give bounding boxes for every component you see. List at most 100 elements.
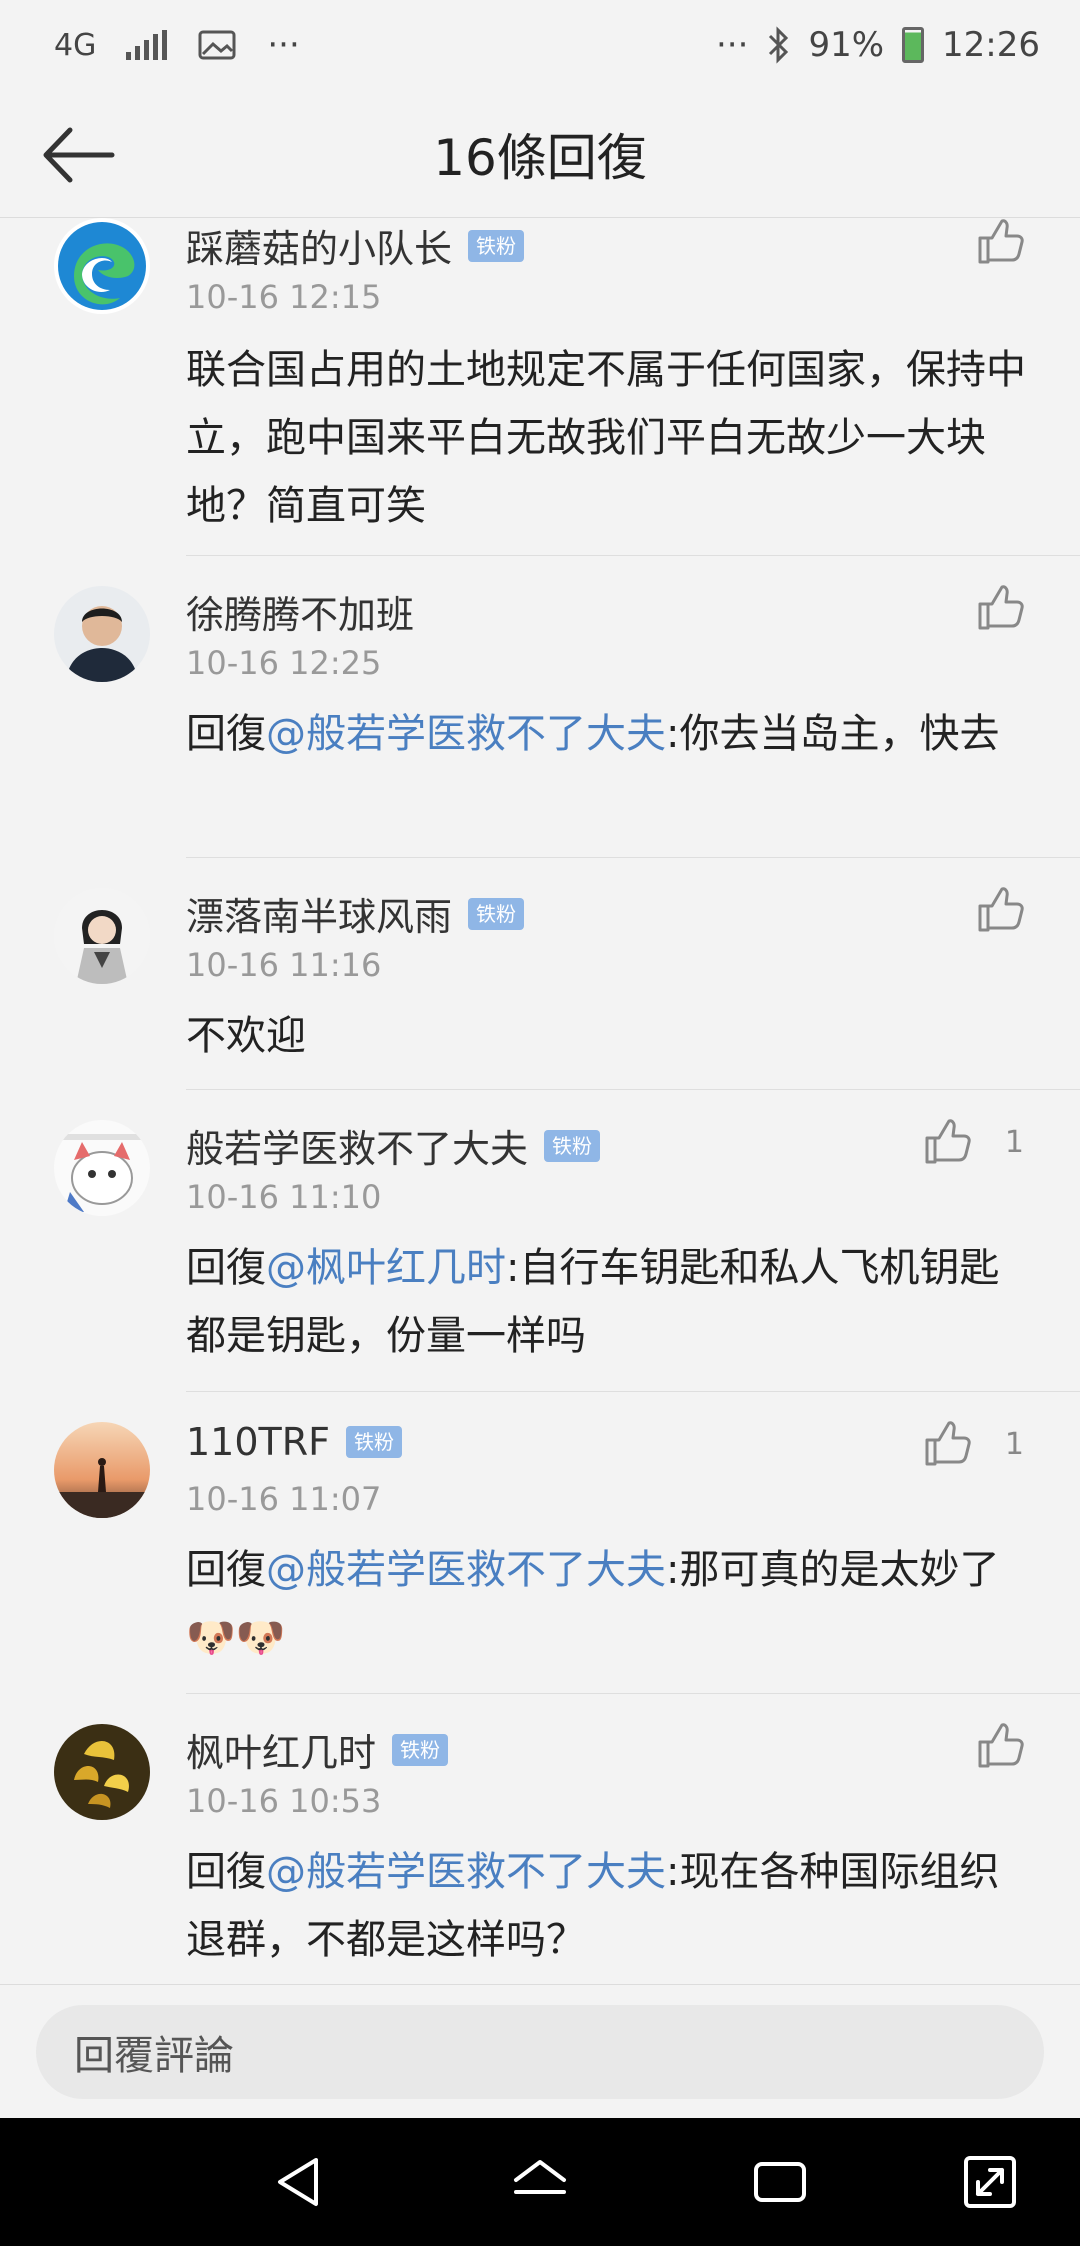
fan-badge: 铁粉 <box>392 1733 449 1766</box>
comment-time: 10-16 11:10 <box>186 1178 382 1216</box>
bluetooth-icon <box>769 26 789 64</box>
system-recents-button[interactable] <box>750 2152 810 2212</box>
name-row: 般若学医救不了大夫 铁粉 <box>186 1118 601 1173</box>
reply-prefix: 回復 <box>186 1849 266 1895</box>
reply-bar: 回覆評論 <box>0 1984 1080 2118</box>
like-button[interactable] <box>976 584 1024 632</box>
comment-text: 联合国占用的土地规定不属于任何国家，保持中立，跑中国来平白无故我们平白无故少一大… <box>186 336 1036 540</box>
like-button[interactable]: 1 <box>923 1420 1024 1468</box>
avatar[interactable] <box>54 1422 150 1518</box>
comment-time: 10-16 12:15 <box>186 278 382 316</box>
name-row: 踩蘑菇的小队长 铁粉 <box>186 218 525 273</box>
comment-text: 回復@般若学医救不了大夫:那可真的是太妙了 🐶🐶 <box>186 1536 1036 1672</box>
status-bar-right: ··· 91% 12:26 <box>716 25 1040 65</box>
cartoon-cat-avatar <box>54 1120 150 1216</box>
thumbs-up-icon <box>925 1421 971 1466</box>
name-row: 徐腾腾不加班 <box>186 584 414 639</box>
user-name[interactable]: 漂落南半球风雨 <box>186 886 452 941</box>
system-home-button[interactable] <box>510 2152 570 2212</box>
battery-percent: 91% <box>808 25 885 65</box>
comment-list[interactable]: 踩蘑菇的小队长 铁粉 10-16 12:15 联合国占用的土地规定不属于任何国家… <box>0 218 1080 1984</box>
comment-item[interactable]: 110TRF 铁粉 10-16 11:07 回復@般若学医救不了大夫:那可真的是… <box>0 1392 1080 1694</box>
mention-link[interactable]: @般若学医救不了大夫 <box>266 711 666 757</box>
nav-bar: 16條回復 <box>0 90 1080 218</box>
more-status-icon: ··· <box>716 25 749 65</box>
doge-emoji: 🐶🐶 <box>186 1615 286 1661</box>
comment-text: 回復@般若学医救不了大夫:你去当岛主，快去 <box>186 700 1036 768</box>
like-button[interactable] <box>976 1722 1024 1770</box>
reply-prefix: 回復 <box>186 711 266 757</box>
reply-prefix: 回復 <box>186 1547 266 1593</box>
comment-body: 不欢迎 <box>186 1013 306 1059</box>
like-count: 1 <box>1004 1124 1024 1160</box>
thumbs-up-icon <box>978 219 1024 264</box>
avatar[interactable] <box>54 1120 150 1216</box>
mention-link[interactable]: @枫叶红几时 <box>266 1245 506 1291</box>
comment-item[interactable]: 徐腾腾不加班 10-16 12:25 回復@般若学医救不了大夫:你去当岛主，快去 <box>0 556 1080 858</box>
avatar[interactable] <box>54 218 150 314</box>
comment-text: 回復@枫叶红几时:自行车钥匙和私人飞机钥匙都是钥匙，份量一样吗 <box>186 1234 1036 1370</box>
network-label: 4G <box>54 27 97 63</box>
thumbs-up-icon <box>925 1119 971 1164</box>
like-button[interactable] <box>976 218 1024 266</box>
screen: 4G ··· ··· 91% 12:26 16條回復 踩蘑菇的小队长 铁粉 10… <box>0 0 1080 2246</box>
recents-icon <box>754 2162 806 2202</box>
clock: 12:26 <box>942 25 1040 65</box>
fan-badge: 铁粉 <box>346 1426 403 1458</box>
signal-icon <box>126 30 168 60</box>
like-count: 1 <box>1004 1426 1024 1462</box>
comment-item[interactable]: 漂落南半球风雨 铁粉 10-16 11:16 不欢迎 <box>0 858 1080 1090</box>
comment-time: 10-16 12:25 <box>186 644 382 682</box>
mention-link[interactable]: @般若学医救不了大夫 <box>266 1547 666 1593</box>
triangle-back-icon <box>278 2158 318 2206</box>
more-notifications-icon: ··· <box>267 25 300 65</box>
user-name[interactable]: 踩蘑菇的小队长 <box>186 218 452 273</box>
battery-icon <box>902 27 925 63</box>
system-back-button[interactable] <box>270 2152 330 2212</box>
name-row: 枫叶红几时 铁粉 <box>186 1722 449 1777</box>
avatar[interactable] <box>54 1724 150 1820</box>
reply-input[interactable]: 回覆評論 <box>36 2005 1044 2099</box>
home-icon <box>514 2160 566 2194</box>
ginkgo-leaves-avatar <box>54 1724 150 1820</box>
comment-time: 10-16 10:53 <box>186 1782 382 1820</box>
user-name[interactable]: 般若学医救不了大夫 <box>186 1118 528 1173</box>
mention-link[interactable]: @般若学医救不了大夫 <box>266 1849 666 1895</box>
comment-text: 不欢迎 <box>186 1002 1036 1070</box>
comment-time: 10-16 11:07 <box>186 1480 382 1518</box>
thumbs-up-icon <box>978 1723 1024 1768</box>
edge-logo-avatar <box>54 218 150 314</box>
like-button[interactable] <box>976 886 1024 934</box>
like-button[interactable]: 1 <box>923 1118 1024 1166</box>
system-expand-button[interactable] <box>960 2152 1020 2212</box>
avatar[interactable] <box>54 586 150 682</box>
anime-character-avatar <box>54 888 150 984</box>
name-row: 110TRF 铁粉 <box>186 1420 403 1464</box>
avatar[interactable] <box>54 888 150 984</box>
comment-text: 回復@般若学医救不了大夫:现在各种国际组织退群，不都是这样吗？ <box>186 1838 1036 1974</box>
sunset-avatar <box>54 1422 150 1518</box>
user-name[interactable]: 徐腾腾不加班 <box>186 584 414 639</box>
thumbs-up-icon <box>978 887 1024 932</box>
name-row: 漂落南半球风雨 铁粉 <box>186 886 525 941</box>
comment-body: :你去当岛主，快去 <box>666 711 1000 757</box>
reply-prefix: 回復 <box>186 1245 266 1291</box>
user-name[interactable]: 110TRF <box>186 1420 330 1464</box>
fan-badge: 铁粉 <box>544 1129 601 1162</box>
user-name[interactable]: 枫叶红几时 <box>186 1722 376 1777</box>
expand-icon <box>964 2156 1016 2208</box>
comment-item[interactable]: 般若学医救不了大夫 铁粉 10-16 11:10 回復@枫叶红几时:自行车钥匙和… <box>0 1090 1080 1392</box>
comment-body: 联合国占用的土地规定不属于任何国家，保持中立，跑中国来平白无故我们平白无故少一大… <box>186 347 1026 529</box>
page-title: 16條回復 <box>433 129 647 187</box>
fan-badge: 铁粉 <box>468 897 525 930</box>
status-bar-left: 4G ··· <box>54 25 300 65</box>
reply-placeholder: 回覆評論 <box>74 2033 234 2079</box>
image-icon <box>198 30 236 60</box>
comment-body: :那可真的是太妙了 <box>666 1547 1000 1593</box>
comment-item[interactable]: 踩蘑菇的小队长 铁粉 10-16 12:15 联合国占用的土地规定不属于任何国家… <box>0 218 1080 556</box>
fan-badge: 铁粉 <box>468 229 525 262</box>
comment-item[interactable]: 枫叶红几时 铁粉 10-16 10:53 回復@般若学医救不了大夫:现在各种国际… <box>0 1694 1080 1984</box>
system-nav-bar <box>0 2118 1080 2246</box>
status-bar: 4G ··· ··· 91% 12:26 <box>0 0 1080 90</box>
person-photo-avatar <box>54 586 150 682</box>
